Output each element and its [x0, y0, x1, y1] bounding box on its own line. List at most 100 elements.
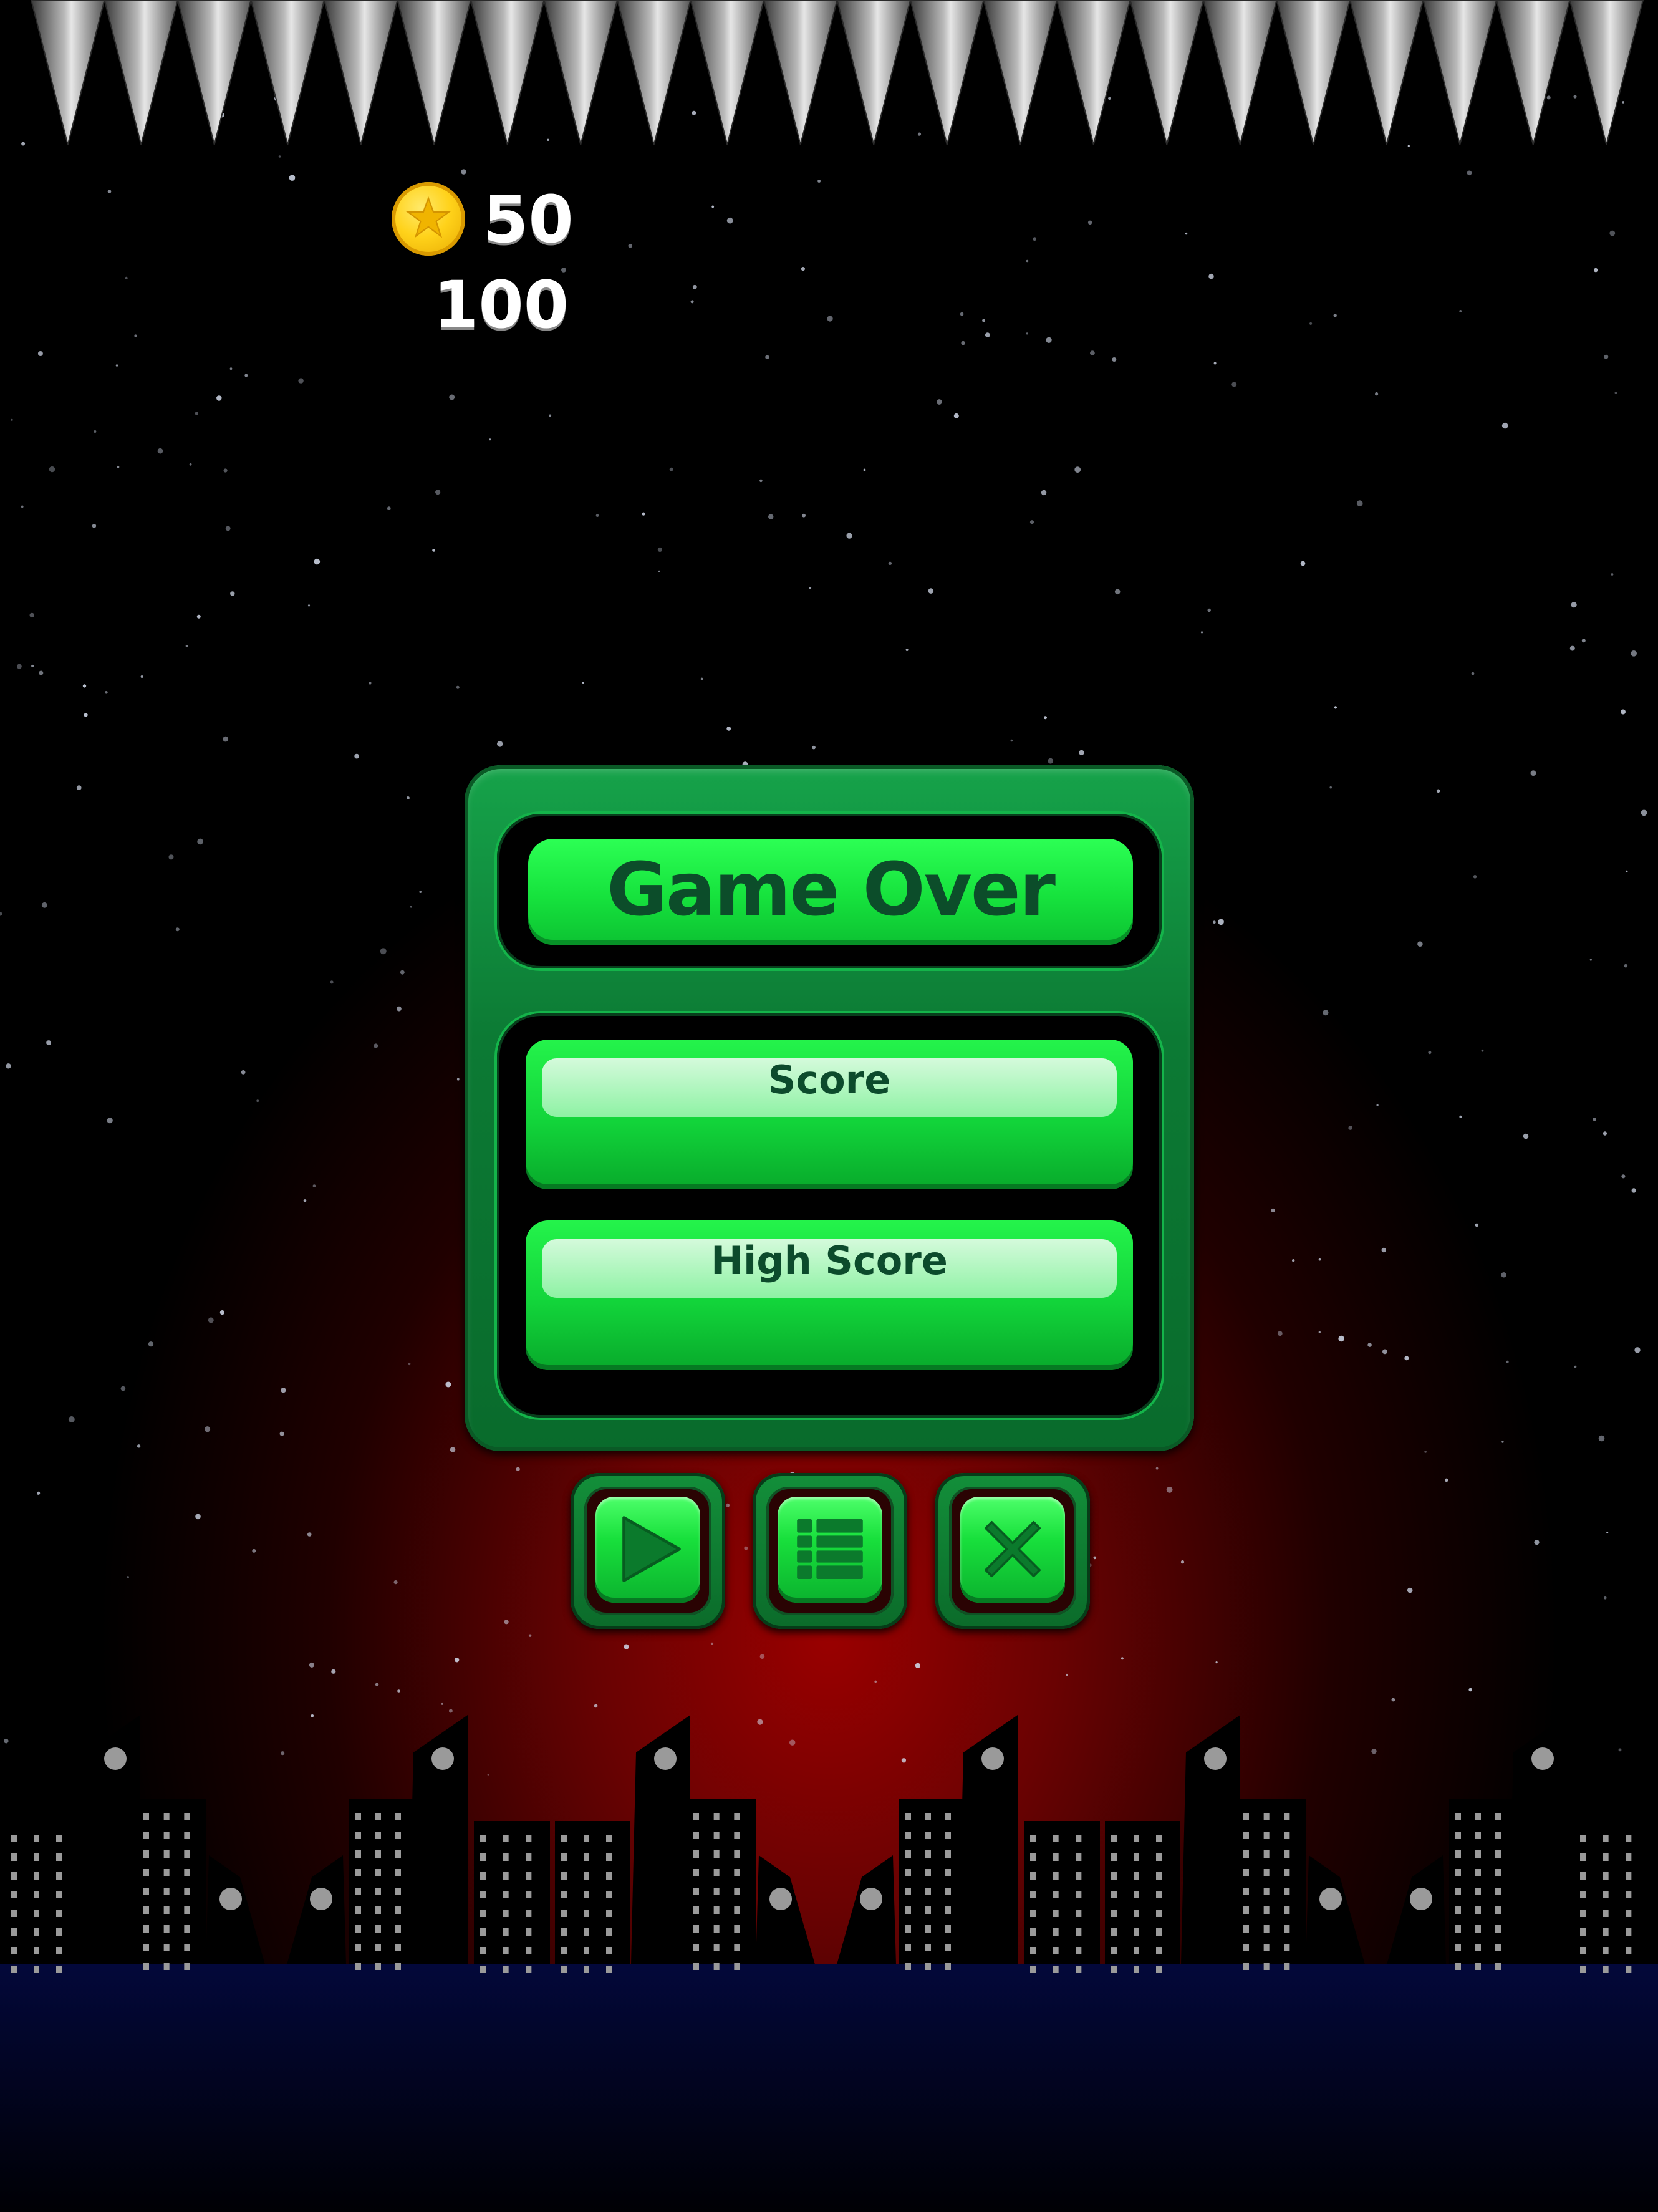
star	[710, 1642, 714, 1645]
star	[148, 1341, 154, 1347]
star	[961, 340, 965, 345]
window	[1495, 1869, 1501, 1876]
window	[1626, 1835, 1632, 1842]
window	[11, 1947, 17, 1954]
window	[1580, 1891, 1586, 1898]
window	[375, 1944, 381, 1951]
star	[252, 1548, 256, 1553]
star	[1048, 758, 1054, 764]
star	[1428, 1051, 1432, 1055]
game-over-title: Game Over	[606, 846, 1056, 932]
star	[1589, 959, 1592, 961]
star	[1087, 220, 1092, 225]
window	[1053, 1872, 1059, 1880]
window	[1626, 1872, 1632, 1880]
window	[184, 1869, 190, 1876]
star	[1424, 1451, 1427, 1453]
star	[1112, 357, 1117, 362]
star	[1356, 500, 1363, 506]
window	[1626, 1947, 1632, 1954]
window	[503, 1891, 509, 1898]
window	[1580, 1910, 1586, 1917]
star	[140, 675, 143, 678]
star	[1481, 1049, 1484, 1052]
star	[1348, 1126, 1353, 1130]
window	[1156, 1910, 1162, 1917]
window	[1263, 1925, 1270, 1933]
star	[375, 1683, 379, 1686]
window	[1475, 1832, 1481, 1839]
window	[355, 1925, 361, 1933]
menu-button[interactable]	[753, 1473, 907, 1629]
star	[223, 468, 228, 473]
window	[1603, 1835, 1609, 1842]
window	[945, 1850, 951, 1858]
window	[163, 1944, 170, 1951]
play-button[interactable]	[571, 1473, 725, 1629]
star	[1367, 1343, 1372, 1347]
star	[1277, 1331, 1283, 1336]
star	[1108, 97, 1111, 100]
star	[1185, 232, 1188, 235]
window	[1603, 1947, 1609, 1954]
window	[925, 1832, 931, 1839]
window	[1134, 1910, 1139, 1917]
window	[11, 1872, 17, 1880]
window	[1134, 1835, 1139, 1842]
star	[1333, 314, 1337, 317]
window	[1243, 1963, 1249, 1970]
star	[1180, 1560, 1185, 1564]
star	[1523, 1133, 1529, 1139]
star	[516, 1467, 520, 1471]
window	[503, 1947, 509, 1954]
window	[925, 1869, 931, 1876]
star	[432, 549, 435, 552]
window	[1284, 1925, 1290, 1933]
window	[1263, 1944, 1270, 1951]
play-button-face[interactable]	[595, 1497, 700, 1603]
star	[1594, 268, 1598, 273]
window	[1156, 1835, 1162, 1842]
close-button[interactable]	[935, 1473, 1090, 1629]
window	[503, 1853, 509, 1861]
star	[441, 1702, 443, 1705]
window	[480, 1966, 486, 1973]
star	[1417, 941, 1423, 947]
window	[1053, 1891, 1059, 1898]
star	[406, 796, 410, 799]
star	[726, 217, 733, 224]
window	[395, 1963, 401, 1970]
tower-light	[981, 1747, 1004, 1770]
window	[1284, 1944, 1290, 1951]
window	[713, 1906, 720, 1914]
window	[693, 1869, 699, 1876]
window	[34, 1928, 39, 1936]
window	[1030, 1872, 1036, 1880]
star	[17, 664, 22, 669]
window	[1076, 1928, 1082, 1936]
star	[1166, 1487, 1173, 1493]
star	[802, 513, 806, 518]
star	[387, 506, 391, 510]
star	[690, 300, 694, 304]
star	[11, 418, 13, 421]
high-score-bar: High Score	[526, 1220, 1133, 1370]
window	[693, 1813, 699, 1820]
star	[1033, 237, 1037, 241]
star	[901, 1758, 907, 1763]
close-button-face[interactable]	[960, 1497, 1065, 1603]
window	[1076, 1891, 1082, 1898]
window	[1603, 1872, 1609, 1880]
window	[1455, 1925, 1461, 1933]
window	[1495, 1906, 1501, 1914]
building	[137, 1799, 206, 1964]
star	[82, 684, 87, 688]
star	[497, 741, 503, 747]
window	[1076, 1966, 1082, 1973]
window	[526, 1966, 532, 1973]
star	[642, 512, 645, 516]
star	[279, 1431, 284, 1436]
menu-button-face[interactable]	[778, 1497, 882, 1603]
window	[34, 1910, 39, 1917]
window	[163, 1832, 170, 1839]
